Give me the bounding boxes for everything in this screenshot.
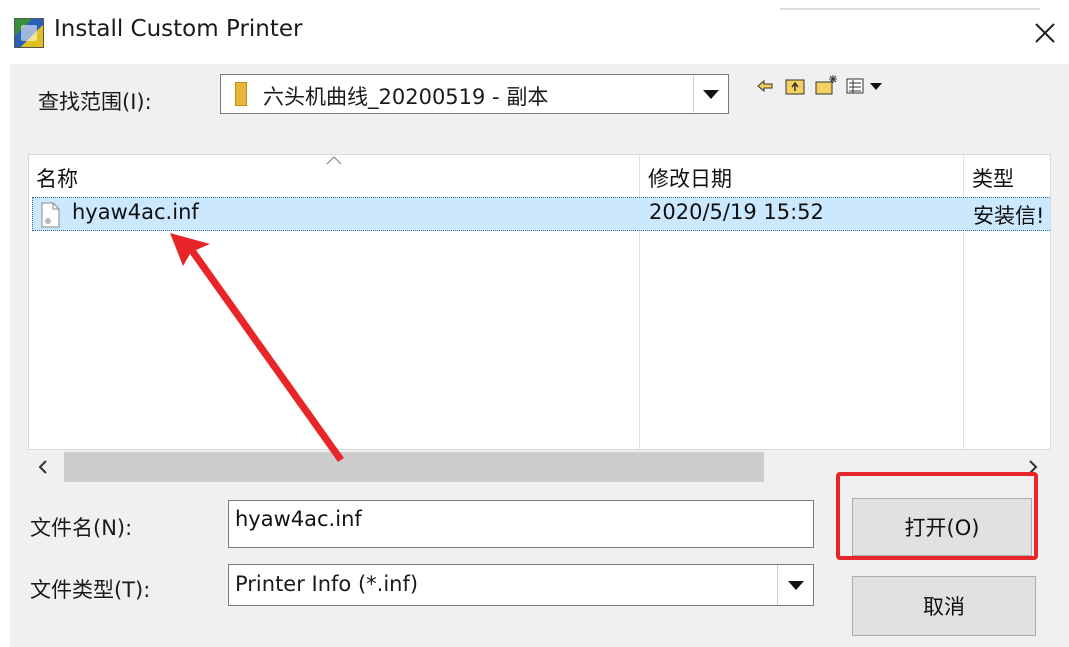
- close-x-icon[interactable]: [1030, 18, 1060, 48]
- scroll-left-icon[interactable]: [36, 459, 50, 475]
- look-in-value: 六头机曲线_20200519 - 副本: [263, 85, 549, 109]
- printer-setup-icon: [14, 18, 44, 48]
- file-type-select[interactable]: Printer Info (*.inf): [228, 564, 814, 606]
- chevron-down-icon: [787, 580, 804, 590]
- title-bar: Install Custom Printer: [0, 0, 1069, 64]
- table-row[interactable]: hyaw4ac.inf 2020/5/19 15:52 安装信!: [32, 197, 1050, 231]
- back-icon[interactable]: [756, 78, 774, 94]
- file-type-cell: 安装信!: [973, 204, 1045, 228]
- look-in-label: 查找范围(I):: [38, 90, 152, 114]
- new-folder-icon[interactable]: [814, 74, 838, 96]
- background-strip: [780, 8, 1040, 10]
- file-type-value: Printer Info (*.inf): [235, 572, 419, 596]
- file-type-dropdown-button[interactable]: [777, 565, 813, 605]
- column-header-modified[interactable]: 修改日期: [648, 163, 732, 193]
- file-type-label: 文件类型(T):: [30, 578, 151, 602]
- sort-ascending-icon: [326, 156, 342, 165]
- chevron-down-icon: [703, 89, 719, 99]
- highlight-box: [836, 472, 1038, 560]
- scrollbar-thumb[interactable]: [64, 452, 764, 482]
- column-header-type[interactable]: 类型: [972, 163, 1014, 193]
- file-name-cell: hyaw4ac.inf: [72, 200, 199, 224]
- inf-file-icon: [41, 202, 60, 228]
- file-name-input[interactable]: hyaw4ac.inf: [228, 500, 814, 548]
- view-menu-icon[interactable]: [846, 77, 888, 95]
- file-modified-cell: 2020/5/19 15:52: [649, 200, 824, 224]
- column-header-name[interactable]: 名称: [36, 163, 78, 193]
- look-in-dropdown-button[interactable]: [693, 75, 728, 113]
- window-title: Install Custom Printer: [54, 16, 303, 42]
- folder-icon: [235, 82, 247, 106]
- list-header: 名称 修改日期 类型: [29, 155, 1050, 195]
- file-list[interactable]: 名称 修改日期 类型 hyaw4ac.inf 2020/5/19 15:52 安…: [28, 154, 1051, 450]
- cancel-button[interactable]: 取消: [852, 576, 1036, 636]
- look-in-combo[interactable]: 六头机曲线_20200519 - 副本: [220, 74, 729, 114]
- up-folder-icon[interactable]: [784, 76, 806, 96]
- file-name-label: 文件名(N):: [30, 516, 133, 540]
